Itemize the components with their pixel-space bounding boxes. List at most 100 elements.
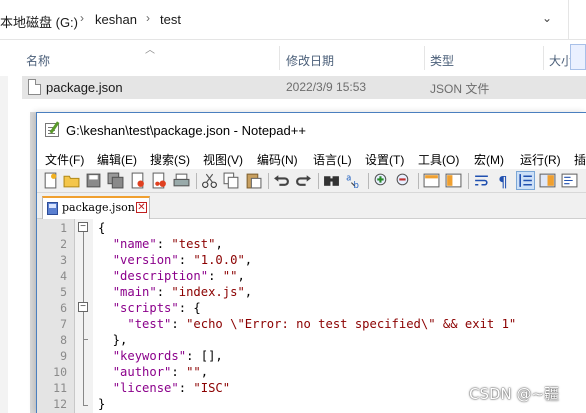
column-modified[interactable]: 修改日期 bbox=[286, 52, 334, 69]
word-wrap-icon[interactable] bbox=[473, 172, 490, 189]
scrollbar-thumb[interactable] bbox=[570, 44, 586, 70]
tab-label: package.json bbox=[62, 201, 135, 214]
breadcrumb-test[interactable]: test bbox=[160, 12, 181, 27]
svg-text:¶: ¶ bbox=[498, 173, 507, 189]
divider bbox=[568, 0, 569, 40]
print-icon[interactable] bbox=[173, 172, 190, 189]
file-row-selected[interactable]: package.json 2022/3/9 15:53 JSON 文件 bbox=[22, 76, 586, 99]
sync-horizontal-icon[interactable] bbox=[445, 172, 462, 189]
window-title: G:\keshan\test\package.json - Notepad++ bbox=[66, 123, 306, 138]
json-key: "test" bbox=[127, 317, 172, 331]
function-list-icon[interactable] bbox=[561, 172, 578, 189]
open-folder-icon[interactable] bbox=[63, 172, 80, 189]
json-punctuation: : bbox=[156, 285, 172, 299]
column-divider[interactable] bbox=[279, 46, 280, 70]
breadcrumb-keshan[interactable]: keshan bbox=[95, 12, 137, 27]
json-key: "keywords" bbox=[112, 349, 187, 363]
json-punctuation: : { bbox=[178, 301, 201, 315]
json-string: "index.js" bbox=[171, 285, 245, 299]
sync-vertical-icon[interactable] bbox=[423, 172, 440, 189]
code-text: } bbox=[98, 396, 105, 412]
paste-icon[interactable] bbox=[245, 172, 262, 189]
code-text: "version": "1.0.0", bbox=[98, 252, 252, 268]
code-line: 2 "name": "test", bbox=[37, 236, 586, 252]
column-type[interactable]: 类型 bbox=[430, 52, 454, 69]
close-all-icon[interactable] bbox=[151, 172, 168, 189]
document-map-icon[interactable] bbox=[539, 172, 556, 189]
tab-package-json[interactable]: package.json ✕ bbox=[42, 196, 150, 219]
menu-edit[interactable]: 编辑(E) bbox=[97, 151, 137, 168]
json-punctuation bbox=[98, 269, 113, 283]
indent-guide-icon[interactable] bbox=[516, 171, 535, 190]
menu-file[interactable]: 文件(F) bbox=[45, 151, 84, 168]
json-punctuation: , bbox=[244, 253, 253, 267]
watermark: CSDN @~疆 bbox=[469, 385, 560, 403]
json-key: "name" bbox=[112, 237, 157, 251]
line-number: 6 bbox=[60, 301, 67, 315]
menu-settings[interactable]: 设置(T) bbox=[365, 151, 404, 168]
menu-view[interactable]: 视图(V) bbox=[203, 151, 243, 168]
json-punctuation: : bbox=[156, 237, 172, 251]
json-punctuation: } bbox=[98, 397, 106, 411]
menu-language[interactable]: 语言(L) bbox=[313, 151, 352, 168]
breadcrumb-drive[interactable]: 本地磁盘 (G:) bbox=[0, 12, 78, 31]
json-punctuation: , bbox=[215, 237, 223, 251]
menu-tools[interactable]: 工具(O) bbox=[418, 151, 459, 168]
menu-macro[interactable]: 宏(M) bbox=[474, 151, 504, 168]
code-line: 6 "scripts": { bbox=[37, 300, 586, 316]
navigation-pane-edge bbox=[0, 76, 8, 413]
code-line: 3 "version": "1.0.0", bbox=[37, 252, 586, 268]
tab-bar: package.json ✕ bbox=[37, 193, 586, 219]
code-line: 8 }, bbox=[37, 332, 586, 348]
new-file-icon[interactable] bbox=[42, 172, 59, 189]
column-header-row: 名称 修改日期 类型 大小 bbox=[0, 40, 586, 76]
zoom-in-icon[interactable] bbox=[373, 172, 390, 189]
code-text: "license": "ISC" bbox=[98, 380, 230, 396]
notepad-app-icon bbox=[45, 123, 59, 137]
json-string: "echo \"Error: no test specified\" && ex… bbox=[186, 317, 517, 331]
json-string: "1.0.0" bbox=[193, 253, 245, 267]
json-punctuation: , bbox=[244, 285, 253, 299]
column-name[interactable]: 名称 bbox=[26, 52, 50, 69]
undo-icon[interactable] bbox=[273, 172, 290, 189]
close-file-icon[interactable] bbox=[129, 172, 146, 189]
menu-search[interactable]: 搜索(S) bbox=[150, 151, 190, 168]
find-icon[interactable] bbox=[323, 172, 340, 189]
code-text: }, bbox=[98, 332, 128, 348]
json-key: "version" bbox=[112, 253, 179, 267]
code-text: { bbox=[98, 220, 105, 236]
menu-encoding[interactable]: 编码(N) bbox=[257, 151, 298, 168]
zoom-out-icon[interactable] bbox=[395, 172, 412, 189]
title-bar[interactable]: G:\keshan\test\package.json - Notepad++ bbox=[37, 113, 586, 147]
save-icon[interactable] bbox=[85, 172, 102, 189]
replace-icon[interactable]: ab bbox=[345, 172, 362, 190]
chevron-right-icon: › bbox=[80, 11, 84, 25]
close-icon[interactable]: ✕ bbox=[136, 202, 147, 213]
line-number: 4 bbox=[60, 269, 67, 283]
show-all-chars-icon[interactable]: ¶ bbox=[495, 172, 512, 189]
line-number: 9 bbox=[60, 349, 67, 363]
cut-icon[interactable] bbox=[201, 172, 218, 189]
chevron-down-icon[interactable]: ⌄ bbox=[537, 11, 557, 31]
redo-icon[interactable] bbox=[295, 172, 312, 189]
file-icon bbox=[28, 79, 41, 95]
column-divider[interactable] bbox=[543, 46, 544, 70]
code-text: "main": "index.js", bbox=[98, 284, 252, 300]
json-punctuation bbox=[98, 317, 127, 331]
copy-icon[interactable] bbox=[223, 172, 240, 189]
address-bar[interactable]: 本地磁盘 (G:) › keshan › test ⌄ bbox=[0, 0, 586, 40]
code-line: 9 "keywords": [], bbox=[37, 348, 586, 364]
code-line: 4 "description": "", bbox=[37, 268, 586, 284]
menu-plugins[interactable]: 插 bbox=[574, 151, 586, 168]
json-key: "license" bbox=[112, 381, 179, 395]
json-key: "main" bbox=[112, 285, 157, 299]
code-line: 10 "author": "", bbox=[37, 364, 586, 380]
toolbar: ab ¶ bbox=[37, 169, 586, 193]
menu-run[interactable]: 运行(R) bbox=[520, 151, 561, 168]
json-punctuation bbox=[98, 253, 113, 267]
file-modified: 2022/3/9 15:53 bbox=[286, 80, 367, 94]
save-all-icon[interactable] bbox=[107, 172, 124, 189]
toolbar-separator bbox=[468, 173, 469, 189]
json-key: "author" bbox=[112, 365, 172, 379]
column-divider[interactable] bbox=[424, 46, 425, 70]
